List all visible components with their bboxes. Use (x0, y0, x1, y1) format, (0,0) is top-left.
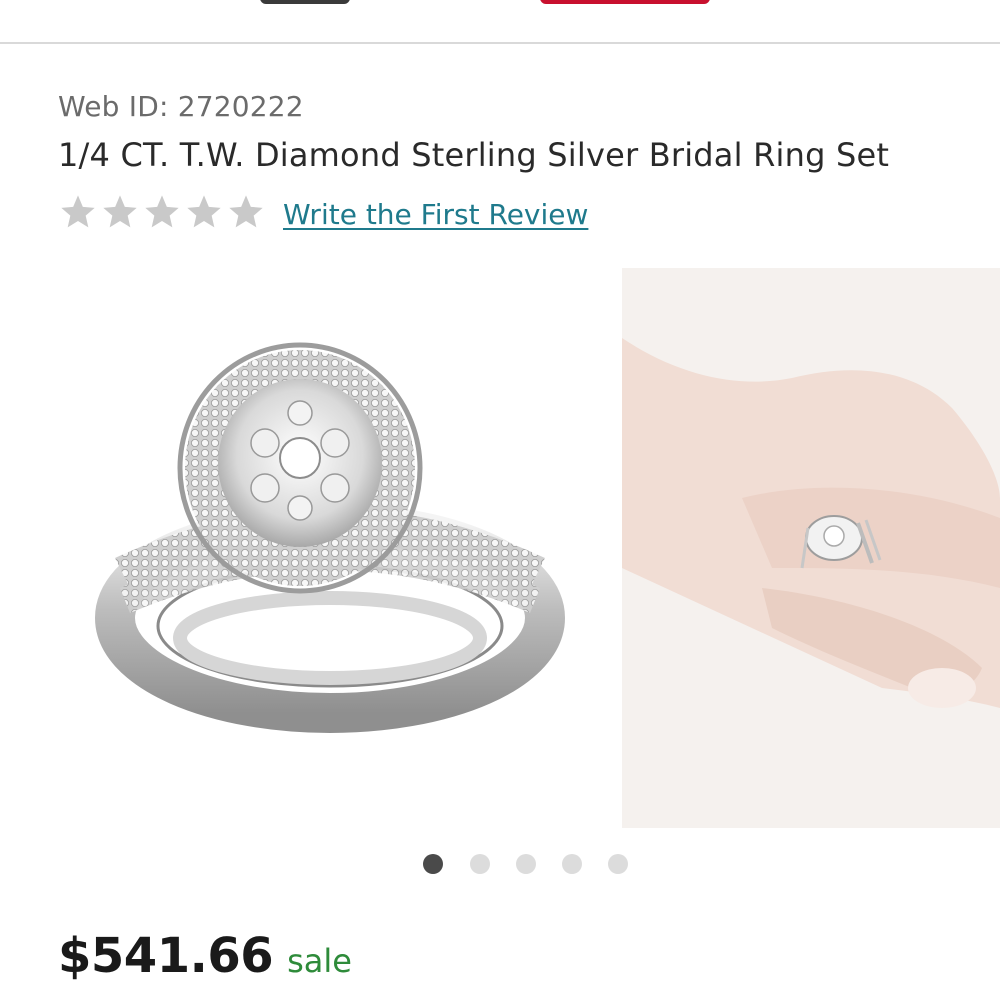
product-image-carousel[interactable] (0, 268, 1000, 848)
header-brand-fragment (540, 0, 710, 4)
star-icon (61, 195, 95, 228)
header-logo-fragment (260, 0, 350, 4)
sale-price: $541.66 (58, 928, 274, 984)
carousel-dot[interactable] (608, 854, 628, 874)
sale-label: sale (287, 942, 352, 980)
product-title: 1/4 CT. T.W. Diamond Sterling Silver Bri… (58, 136, 890, 174)
carousel-dot[interactable] (562, 854, 582, 874)
ring-product-photo[interactable] (60, 268, 600, 848)
carousel-dot[interactable] (470, 854, 490, 874)
price-row: $541.66 sale (58, 928, 352, 984)
carousel-dot[interactable] (516, 854, 536, 874)
ring-set-illustration (95, 342, 565, 733)
star-icon (145, 195, 179, 228)
header-divider (0, 42, 1000, 44)
carousel-pagination (0, 852, 1000, 876)
star-icon (187, 195, 221, 228)
hand-illustration (622, 268, 1000, 828)
carousel-dot[interactable] (423, 854, 443, 874)
site-header-cropped (0, 0, 1000, 44)
write-first-review-link[interactable]: Write the First Review (283, 198, 588, 231)
web-id: Web ID: 2720222 (58, 90, 304, 123)
rating-stars (58, 192, 266, 232)
star-icon (229, 195, 263, 228)
star-icon (103, 195, 137, 228)
ring-on-hand-photo[interactable] (622, 268, 1000, 828)
